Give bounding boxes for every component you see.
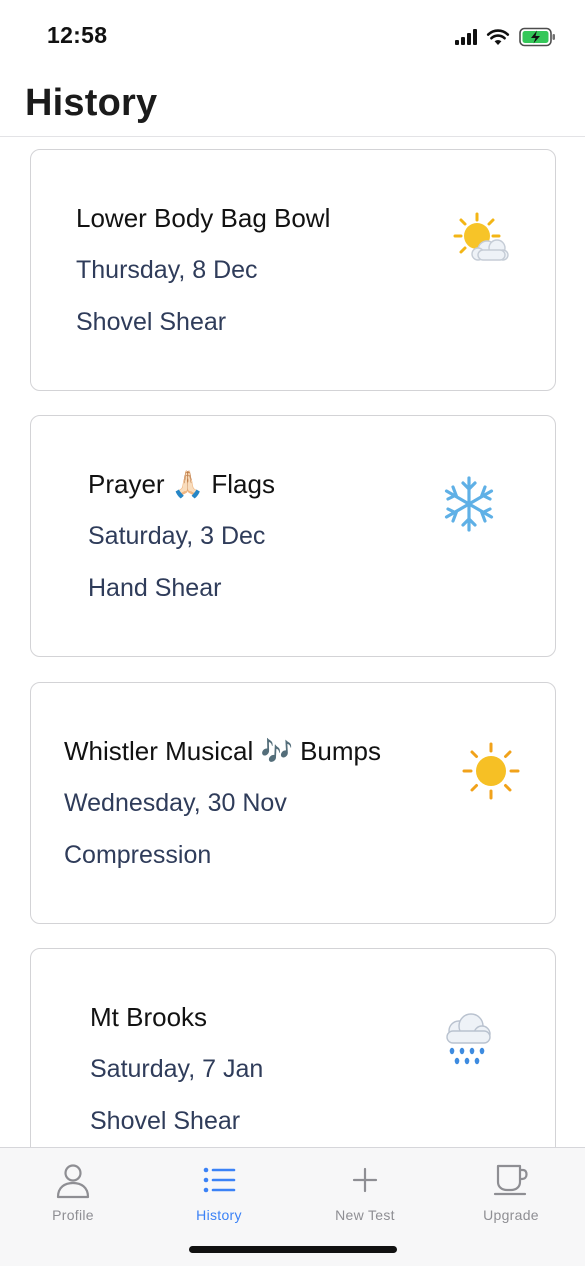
card-text: Mt Brooks Saturday, 7 Jan Shovel Shear <box>90 1001 263 1137</box>
history-card[interactable]: Prayer 🙏🏻 Flags Saturday, 3 Dec Hand She… <box>30 415 556 657</box>
cellular-signal-icon <box>455 29 477 45</box>
card-text: Lower Body Bag Bowl Thursday, 8 Dec Shov… <box>76 202 330 338</box>
sun-icon <box>462 742 520 800</box>
tab-label: History <box>196 1207 242 1223</box>
status-icons <box>455 27 557 47</box>
battery-charging-icon <box>519 27 555 47</box>
history-list[interactable]: Lower Body Bag Bowl Thursday, 8 Dec Shov… <box>0 137 585 1147</box>
card-test-type: Compression <box>64 841 212 869</box>
list-icon <box>203 1167 236 1193</box>
card-text: Whistler Musical 🎶 Bumps Wednesday, 30 N… <box>64 735 381 871</box>
cloud-with-rain-icon <box>446 1013 491 1065</box>
snowflake-icon <box>444 476 494 532</box>
card-test-type: Hand Shear <box>88 574 222 602</box>
card-title: Lower Body Bag Bowl <box>76 203 331 233</box>
card-date: Thursday, 8 Dec <box>76 256 258 284</box>
card-date: Saturday, 7 Jan <box>90 1055 264 1083</box>
coffee-cup-icon <box>493 1164 528 1196</box>
card-title: Mt Brooks <box>90 1002 208 1032</box>
history-card[interactable]: Whistler Musical 🎶 Bumps Wednesday, 30 N… <box>30 682 556 924</box>
card-test-type: Shovel Shear <box>76 308 227 336</box>
tab-history[interactable]: History <box>146 1156 292 1228</box>
card-title: Whistler Musical 🎶 Bumps <box>64 736 381 766</box>
plus-icon <box>352 1167 378 1193</box>
card-title: Prayer 🙏🏻 Flags <box>88 469 275 499</box>
card-test-type: Shovel Shear <box>90 1107 241 1135</box>
history-card[interactable]: Mt Brooks Saturday, 7 Jan Shovel Shear <box>30 948 556 1147</box>
tab-upgrade[interactable]: Upgrade <box>438 1156 584 1228</box>
status-bar: 12:58 <box>0 0 585 74</box>
tab-label: Upgrade <box>483 1207 539 1223</box>
page-title: History <box>25 82 158 124</box>
card-date: Wednesday, 30 Nov <box>64 789 287 817</box>
wifi-icon <box>486 29 510 45</box>
history-card[interactable]: Lower Body Bag Bowl Thursday, 8 Dec Shov… <box>30 149 556 391</box>
sun-behind-cloud-icon <box>453 212 509 261</box>
card-date: Saturday, 3 Dec <box>88 522 266 550</box>
header: History <box>0 74 585 137</box>
person-icon <box>56 1164 90 1199</box>
card-text: Prayer 🙏🏻 Flags Saturday, 3 Dec Hand She… <box>88 468 275 604</box>
tab-profile[interactable]: Profile <box>0 1156 146 1228</box>
tab-new-test[interactable]: New Test <box>292 1156 438 1228</box>
status-time: 12:58 <box>47 22 108 48</box>
home-indicator <box>189 1246 397 1253</box>
tab-label: Profile <box>52 1207 94 1223</box>
tab-label: New Test <box>335 1207 395 1223</box>
